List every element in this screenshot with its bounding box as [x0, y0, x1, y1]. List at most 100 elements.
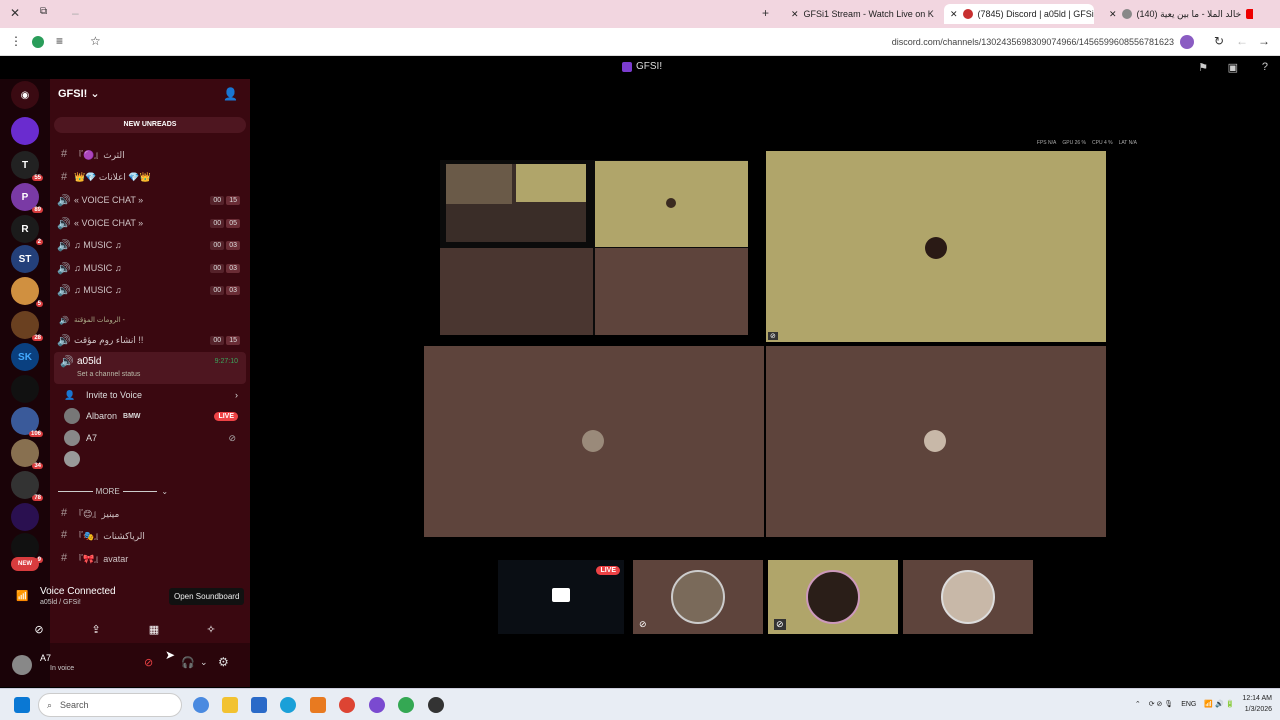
headphones-icon[interactable]: 🎧 [181, 656, 195, 669]
voice-user[interactable]: Albaron BMW LIVE [64, 406, 244, 426]
participant-tile-stream[interactable]: LIVE [498, 560, 624, 634]
screen-icon[interactable]: ▣ [1228, 61, 1238, 74]
close-tab-icon[interactable]: ✕ [950, 9, 958, 20]
tab-search-icon[interactable]: ⧉ [40, 6, 47, 17]
soundboard-icon[interactable]: ✧ [196, 620, 226, 638]
voice-channel-item[interactable]: 🔊 انشاء روم مؤقت !! 00 15 [54, 330, 246, 350]
add-member-icon[interactable]: 👤 [223, 87, 238, 101]
minimize-icon[interactable]: – [72, 6, 79, 20]
back-icon[interactable]: → [1258, 34, 1270, 48]
server-icon[interactable]: P 89 [11, 183, 43, 213]
forward-icon[interactable]: ← [1236, 34, 1248, 48]
discord-home-icon[interactable]: ◉ [11, 81, 39, 109]
participant-tile[interactable] [903, 560, 1033, 634]
active-voice-channel[interactable]: 🔊 a05ld 9:27:10 Set a channel status [54, 352, 246, 384]
server-icon[interactable]: 78 [11, 471, 43, 501]
voice-channel-item[interactable]: 🔊 « VOICE CHAT » 00 15 [54, 190, 246, 210]
server-name-header[interactable]: GFSI! ⌄ [58, 87, 100, 100]
server-icon[interactable]: 28 [11, 311, 43, 341]
camera-off-icon[interactable]: ⊘ [24, 620, 54, 638]
channel-item[interactable]: # 『😊』مينيز [54, 503, 246, 523]
server-icon[interactable]: T 55 [11, 151, 43, 181]
reload-icon[interactable]: ↻ [1214, 34, 1224, 48]
menu-dots-icon[interactable]: ⋮ [10, 34, 22, 48]
close-window-icon[interactable]: ✕ [10, 6, 20, 20]
voice-channel-item[interactable]: 🔊 ♫ MUSIC ♫ 00 03 [54, 235, 246, 255]
new-tab-icon[interactable]: + [762, 6, 769, 20]
tab-discord[interactable]: ✕ (7845) Discord | a05ld | GFSi [944, 4, 1094, 24]
connection-icon[interactable]: 📶 [16, 591, 28, 602]
copilot-icon[interactable] [193, 697, 209, 713]
voice-user[interactable] [64, 449, 244, 469]
server-icon[interactable] [11, 117, 39, 145]
inbox-icon[interactable]: ⚑ [1198, 61, 1208, 74]
edge-icon[interactable] [280, 697, 296, 713]
close-tab-icon[interactable]: ✕ [1109, 9, 1117, 20]
avatar[interactable] [12, 655, 32, 675]
system-tray[interactable]: ⌃ ⟳ ⊘ 🎙 ENG 📶 🔊 🔋 12:14 AM 1/3/2026 [1135, 693, 1272, 715]
channel-item[interactable]: # 『🎭』الرياكشنات [54, 525, 246, 545]
taskbar-search[interactable]: ⌕ Search [38, 693, 182, 717]
participant-tile[interactable]: ⊘ [768, 560, 898, 634]
stream-tile-top-right[interactable]: ⊘ [766, 151, 1106, 342]
tab-title: GFSi1 Stream - Watch Live on K [803, 9, 934, 19]
stream-tile-bottom-left[interactable] [424, 346, 764, 537]
language-indicator[interactable]: ENG [1181, 699, 1196, 710]
reading-list-icon[interactable]: ≡ [56, 34, 63, 48]
participant-tile[interactable]: ⊘ [633, 560, 763, 634]
server-icon[interactable]: 5 [11, 277, 43, 307]
tab-youtube[interactable]: ✕ (140) خالد الملا - ما بين يعية [1103, 4, 1253, 24]
tab-kick-stream[interactable]: ✕ GFSi1 Stream - Watch Live on K [785, 4, 935, 24]
server-icon[interactable]: ST [11, 245, 39, 273]
avatar [806, 570, 860, 624]
voice-channel-item[interactable]: 🔊 ♫ MUSIC ♫ 00 03 [54, 280, 246, 300]
bookmark-star-icon[interactable]: ☆ [90, 34, 101, 48]
windows-start-icon[interactable] [14, 697, 30, 713]
help-icon[interactable]: ? [1262, 61, 1268, 73]
server-icon[interactable]: SK [11, 343, 39, 371]
server-icon[interactable]: R2 [11, 215, 43, 245]
channel-item[interactable]: # 『🎀』avatar [54, 548, 246, 568]
mic-permission-icon[interactable] [1180, 35, 1194, 49]
settings-gear-icon[interactable]: ⚙ [218, 655, 229, 669]
new-unreads-pill[interactable]: NEW UNREADS [54, 117, 246, 133]
discord-taskbar-icon[interactable] [369, 697, 385, 713]
app-icon[interactable] [428, 697, 444, 713]
voice-channel-item[interactable]: 🔊 « VOICE CHAT » 00 05 [54, 213, 246, 233]
file-explorer-icon[interactable] [222, 697, 238, 713]
wifi-icon[interactable]: 📶 🔊 🔋 [1204, 699, 1234, 710]
server-icon[interactable]: 106 [11, 407, 43, 437]
chrome-profile-icon[interactable] [398, 697, 414, 713]
server-icon[interactable] [11, 503, 39, 531]
server-icon[interactable]: 34 [11, 439, 43, 469]
chrome-icon[interactable] [339, 697, 355, 713]
chevron-up-icon[interactable]: ⌃ [1135, 699, 1141, 710]
stream-tile-bottom-right[interactable] [766, 346, 1106, 537]
channel-item[interactable]: # 👑💎 اعلانات 💎👑 [54, 167, 246, 187]
voice-channel-name: a05ld [77, 356, 102, 367]
voice-channel-item[interactable]: 🔊 ♫ MUSIC ♫ 00 03 [54, 258, 246, 278]
invite-to-voice[interactable]: 👤 Invite to Voice › [64, 385, 244, 405]
more-category[interactable]: MORE ⌄ [58, 487, 168, 496]
category-header[interactable]: 🔊 الرومات المؤقتة - [54, 310, 246, 330]
store-icon[interactable] [251, 697, 267, 713]
url-field[interactable]: discord.com/channels/1302435698309074966… [892, 37, 1174, 47]
server-icon[interactable] [11, 375, 39, 403]
chevron-down-icon[interactable]: ⌄ [200, 657, 208, 668]
channel-item[interactable]: # 『🟣』الثرث [54, 144, 246, 164]
voice-location[interactable]: a05ld / GFSi! [40, 599, 81, 606]
speaker-icon: 🔊 [57, 217, 71, 230]
activities-icon[interactable]: ▦ [139, 620, 169, 638]
close-tab-icon[interactable]: ✕ [791, 9, 799, 20]
app-icon[interactable] [310, 697, 326, 713]
title-server-name: GFSI! [636, 61, 663, 72]
tray-icons[interactable]: ⟳ ⊘ 🎙 [1149, 699, 1174, 710]
windows-taskbar: ⌕ Search ⌃ ⟳ ⊘ 🎙 ENG 📶 🔊 🔋 12:14 AM 1/3/… [0, 688, 1280, 720]
channel-status[interactable]: Set a channel status [77, 371, 140, 378]
new-badge[interactable]: NEW [11, 557, 39, 571]
profile-icon[interactable] [32, 36, 44, 48]
screen-share-icon[interactable]: ⇪ [81, 620, 111, 638]
avatar [671, 570, 725, 624]
voice-user[interactable]: A7 ⊘ [64, 428, 244, 448]
muted-mic-icon[interactable]: ⊘ [144, 656, 153, 669]
